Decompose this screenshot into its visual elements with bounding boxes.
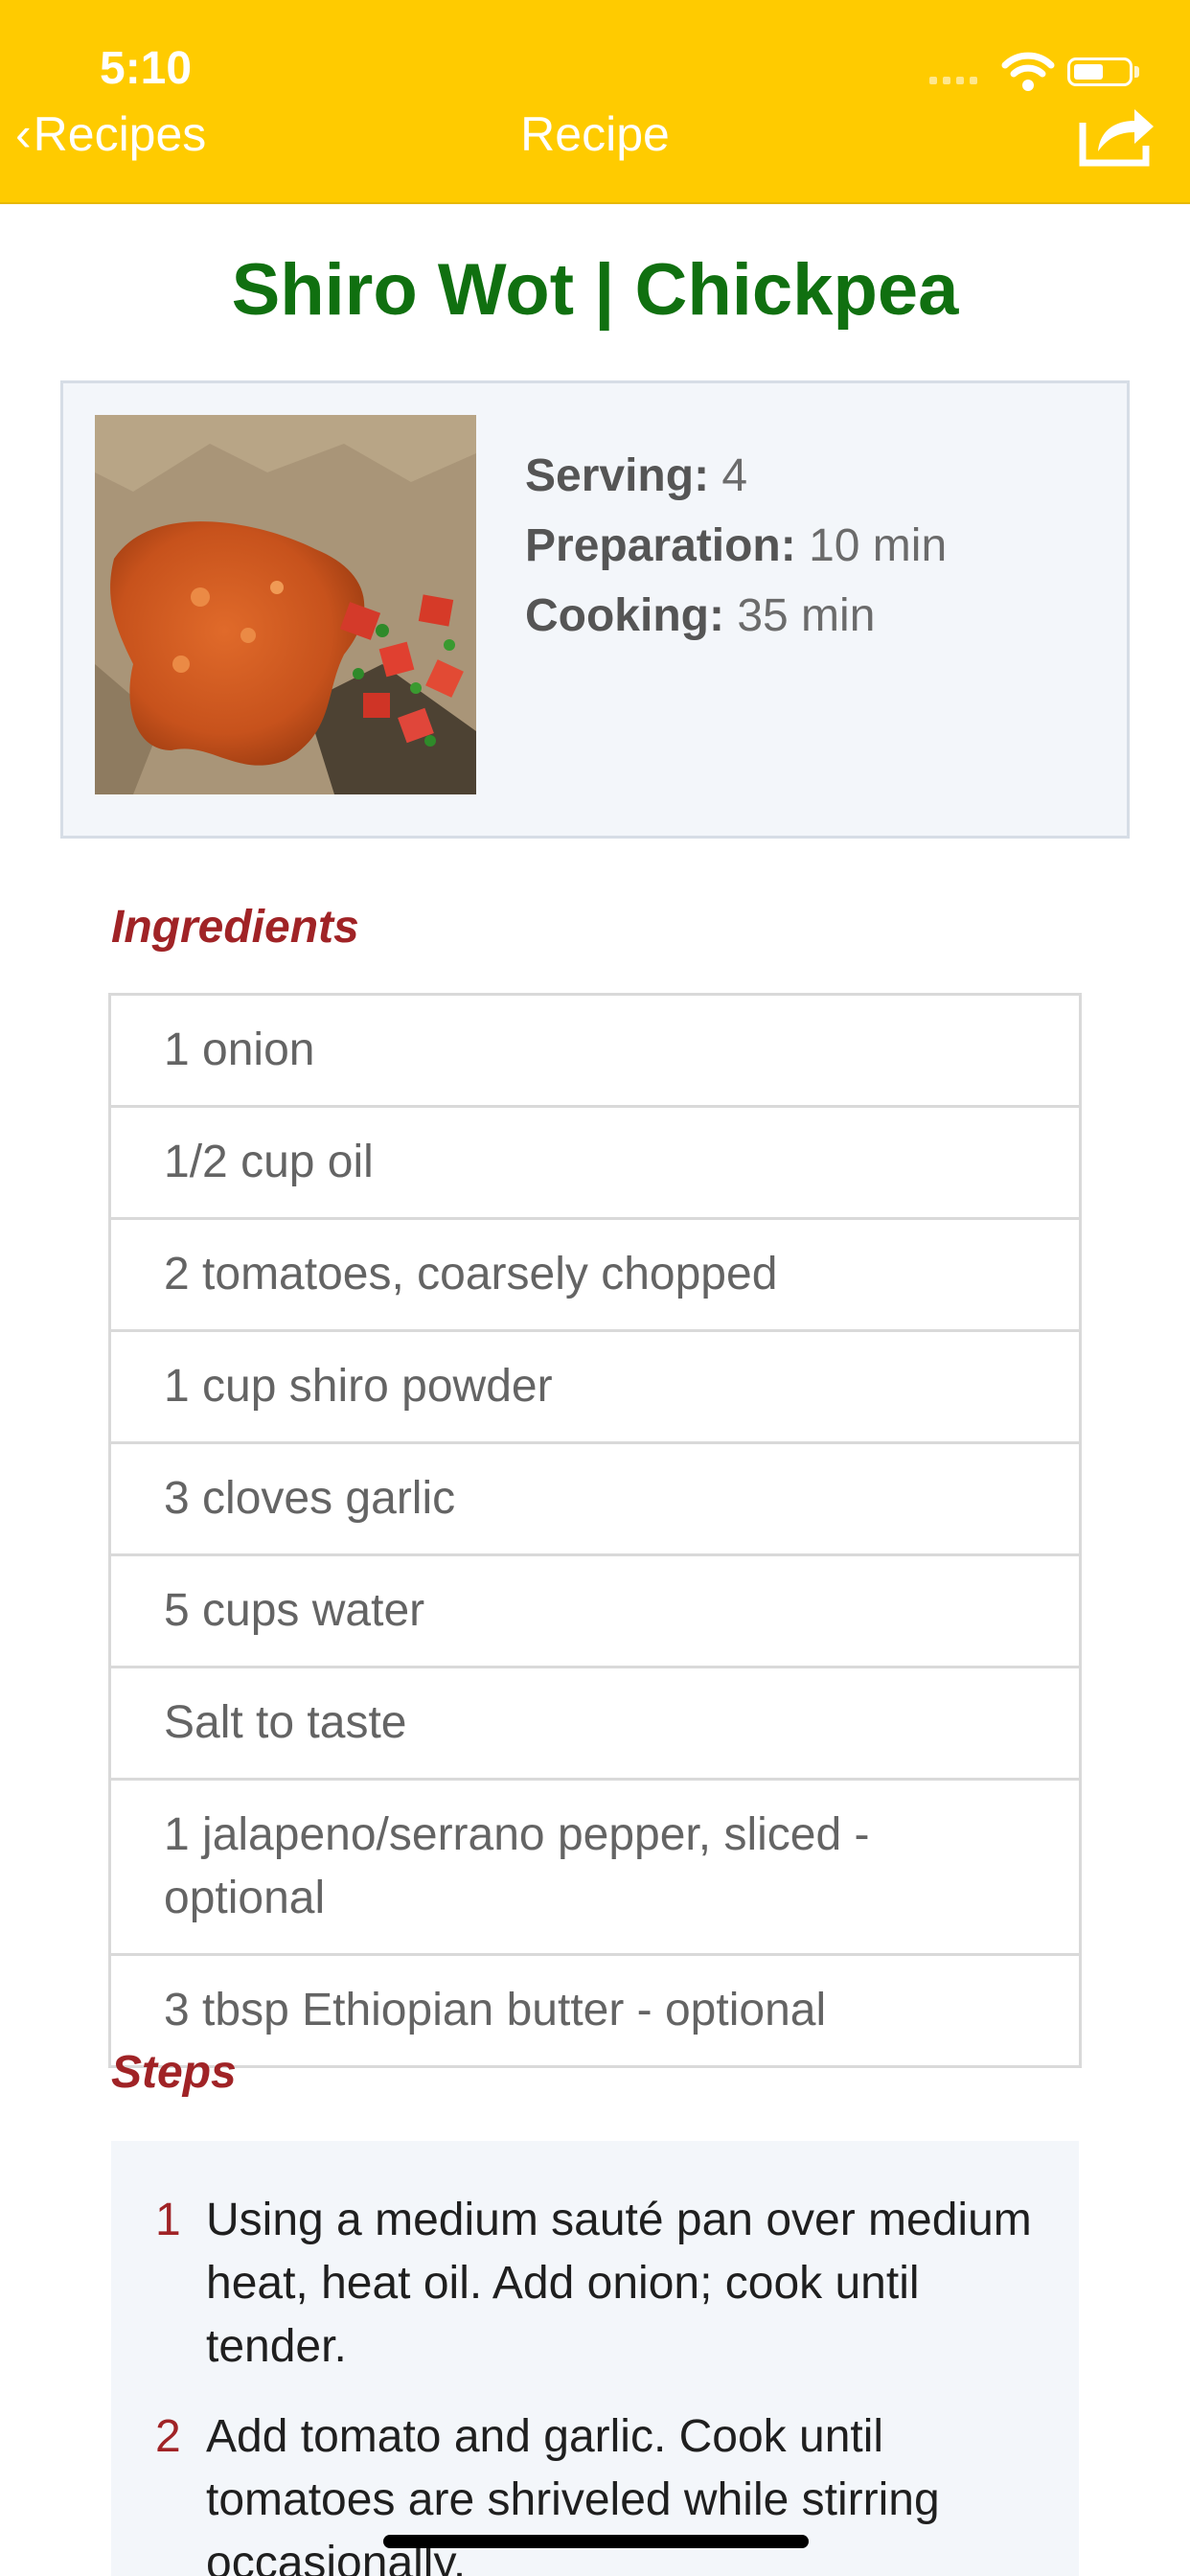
status-time: 5:10 (100, 43, 193, 94)
ingredients-table: 1 onion 1/2 cup oil 2 tomatoes, coarsely… (108, 993, 1082, 2068)
serving-value: 4 (721, 450, 748, 501)
ingredient-row: 1 onion (111, 996, 1079, 1108)
step-text: Add tomato and garlic. Cook until tomato… (206, 2411, 940, 2576)
preparation-line: Preparation: 10 min (525, 511, 947, 581)
ingredient-row: Salt to taste (111, 1668, 1079, 1781)
navigation-bar: 5:10 ‹ Recipes Recipe (0, 0, 1190, 204)
battery-cap (1134, 66, 1139, 78)
step-item: 2 Add tomato and garlic. Cook until toma… (111, 2405, 1079, 2576)
battery-icon (1067, 58, 1133, 86)
ingredient-row: 1 cup shiro powder (111, 1332, 1079, 1444)
ingredient-row: 2 tomatoes, coarsely chopped (111, 1220, 1079, 1332)
share-icon[interactable] (1077, 98, 1157, 169)
step-text: Using a medium sauté pan over medium hea… (206, 2195, 1032, 2372)
ingredient-row: 1 jalapeno/serrano pepper, sliced - opti… (111, 1781, 1079, 1956)
cooking-line: Cooking: 35 min (525, 581, 947, 651)
steps-header: Steps (111, 2047, 237, 2098)
step-number: 1 (155, 2195, 181, 2245)
preparation-value: 10 min (809, 520, 948, 571)
chevron-left-icon: ‹ (15, 107, 32, 161)
recipe-screen: 5:10 ‹ Recipes Recipe Shiro Wot | Chickp… (0, 0, 1190, 2576)
step-number: 2 (155, 2411, 181, 2462)
back-button-label: Recipes (33, 107, 207, 161)
ingredients-header: Ingredients (111, 902, 359, 953)
cooking-value: 35 min (737, 590, 876, 641)
recipe-meta: Serving: 4 Preparation: 10 min Cooking: … (525, 441, 947, 651)
recipe-info-card: Serving: 4 Preparation: 10 min Cooking: … (60, 380, 1130, 839)
cooking-label: Cooking: (525, 590, 724, 641)
home-indicator[interactable] (383, 2535, 809, 2548)
wifi-icon (1001, 52, 1055, 91)
steps-list: 1 Using a medium sauté pan over medium h… (111, 2141, 1079, 2576)
serving-label: Serving: (525, 450, 710, 501)
ingredient-row: 5 cups water (111, 1556, 1079, 1668)
step-item: 1 Using a medium sauté pan over medium h… (111, 2189, 1079, 2379)
recipe-title: Shiro Wot | Chickpea (231, 249, 959, 331)
recipe-photo[interactable] (95, 415, 476, 794)
ingredient-row: 3 tbsp Ethiopian butter - optional (164, 1985, 827, 2036)
back-button[interactable]: ‹ Recipes (15, 104, 206, 165)
ingredient-row: 3 cloves garlic (111, 1444, 1079, 1556)
cellular-signal-icon (929, 77, 977, 84)
serving-line: Serving: 4 (525, 441, 947, 511)
preparation-label: Preparation: (525, 520, 796, 571)
ingredient-row: 1/2 cup oil (111, 1108, 1079, 1220)
